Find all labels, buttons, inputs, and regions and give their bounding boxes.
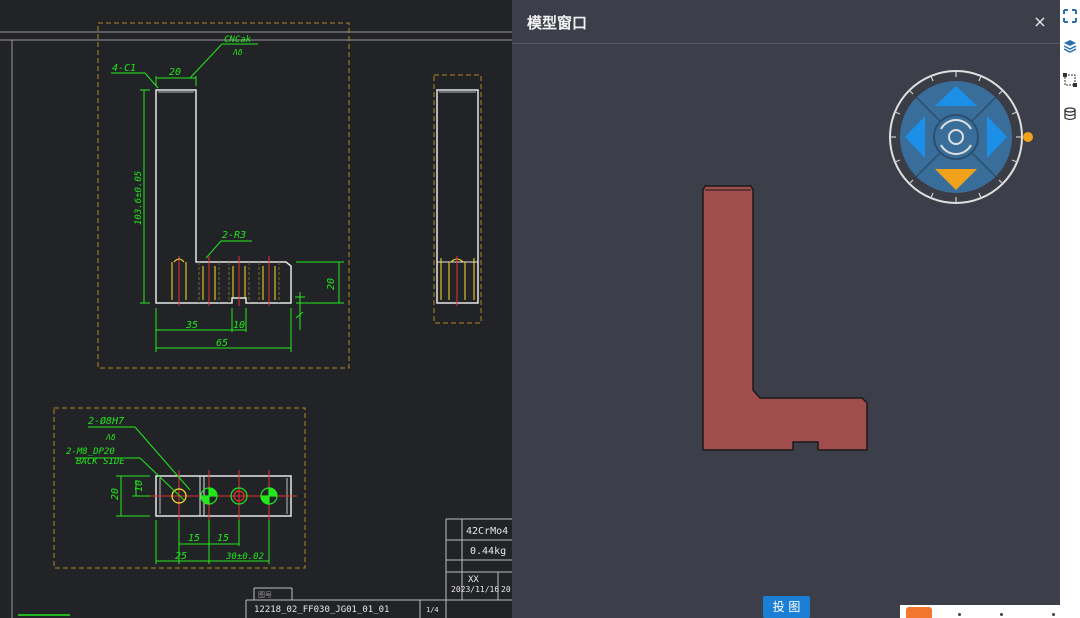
view-navigator[interactable]	[889, 70, 1033, 204]
cad-drawing[interactable]: 4-C1 CNCak Λδ 20 103.6±0.05 2-R3 35 10 6…	[0, 0, 512, 618]
dim-30: 30±0.02	[225, 552, 264, 562]
thread-note: 2-M8_DP20	[66, 447, 115, 457]
title-date-cut: 20	[501, 585, 511, 594]
frame-select-icon[interactable]	[1062, 8, 1078, 24]
cad-drawing-canvas[interactable]: 4-C1 CNCak Λδ 20 103.6±0.05 2-R3 35 10 6…	[0, 0, 512, 618]
front-hidden-holes	[171, 258, 276, 300]
hole-sub: Λδ	[105, 433, 116, 442]
dim-20-left: 20	[110, 488, 121, 500]
surface-sub: Λδ	[232, 48, 243, 57]
title-designer: XX	[468, 575, 479, 585]
title-drawing-number: 12218_02_FF030_JG01_01_01	[254, 605, 389, 615]
title-material: 42CrMo4	[466, 526, 508, 537]
popup-dot	[1052, 613, 1055, 616]
surface-note: CNCak	[224, 35, 252, 45]
title-date: 2023/11/16	[451, 585, 499, 594]
dim-10: 10	[233, 320, 245, 331]
front-view-dimensions	[111, 43, 344, 352]
popup-dot	[1000, 613, 1003, 616]
bounding-box-icon[interactable]	[1062, 72, 1078, 88]
title-weight: 0.44kg	[470, 546, 506, 557]
hole-note: 2-Ø8H7	[88, 415, 124, 427]
model-window-panel: 模型窗口 × 投 图	[512, 0, 1060, 618]
l-part-model[interactable]	[702, 185, 868, 451]
title-label-small: 图号	[258, 591, 272, 599]
model-window-header: 模型窗口 ×	[512, 0, 1060, 44]
dim-35: 35	[185, 320, 198, 331]
dim-10-left: 10	[134, 480, 145, 492]
model-viewport[interactable]	[512, 44, 1060, 594]
top-width-dim: 20	[169, 67, 181, 78]
bottom-popup-strip[interactable]	[900, 605, 1060, 618]
popup-dot	[958, 613, 961, 616]
dim-20-right: 20	[326, 278, 337, 290]
height-dim: 103.6±0.05	[134, 171, 144, 225]
database-icon[interactable]	[1062, 106, 1078, 122]
front-hole-centerlines	[178, 256, 270, 306]
radius-note: 2-R3	[222, 230, 246, 241]
dim-65: 65	[216, 338, 228, 349]
back-side-note: BACK SIDE	[76, 457, 125, 467]
dim-15a: 15	[188, 533, 200, 544]
project-view-button[interactable]: 投 图	[763, 596, 810, 618]
chamfer-note: 4-C1	[112, 63, 136, 74]
title-page: 1/4	[426, 606, 439, 614]
dim-25: 25	[175, 551, 187, 562]
dim-15b: 15	[217, 533, 229, 544]
nav-handle-dot[interactable]	[1023, 132, 1033, 142]
front-view-outline	[155, 89, 292, 304]
close-icon[interactable]: ×	[1030, 12, 1050, 32]
layers-icon[interactable]	[1062, 38, 1078, 54]
right-toolbar	[1060, 0, 1080, 618]
app-logo-icon	[906, 607, 932, 618]
nav-center-ring	[933, 114, 979, 160]
model-window-title: 模型窗口	[527, 14, 588, 32]
